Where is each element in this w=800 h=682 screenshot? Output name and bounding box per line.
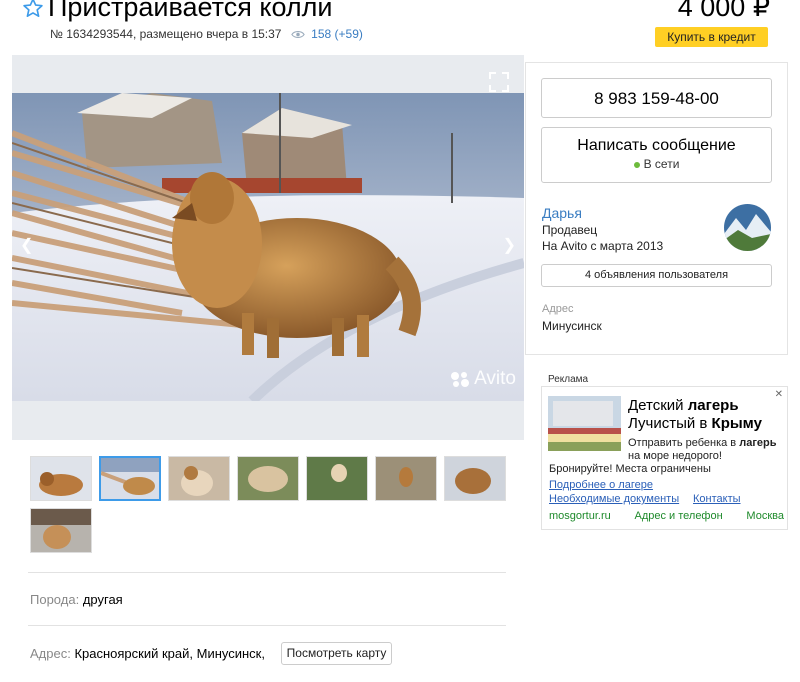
ad-title-bold1: лагерь	[687, 397, 739, 414]
next-photo-arrow[interactable]: ❯	[503, 235, 516, 255]
user-ads-button[interactable]: 4 объявления пользователя	[541, 264, 772, 287]
buy-on-credit-button[interactable]: Купить в кредит	[655, 27, 768, 47]
seller-name-link[interactable]: Дарья	[542, 205, 582, 221]
ad-link-docs[interactable]: Необходимые документы	[549, 493, 679, 505]
write-message-label: Написать сообщение	[577, 137, 736, 154]
thumbnail-3[interactable]	[168, 456, 230, 501]
write-message-button[interactable]: Написать сообщение В сети	[541, 127, 772, 183]
ad-text-line2: Бронируйте! Места ограничены	[549, 463, 711, 475]
thumbnail-8[interactable]	[30, 508, 92, 553]
photo-gallery[interactable]: ❮ ❯ Avito	[12, 55, 524, 440]
views-count[interactable]: 158 (+59)	[311, 27, 363, 41]
ad-image[interactable]	[548, 396, 621, 451]
price: 4 000 ₽	[677, 0, 770, 22]
breed-label: Порода:	[30, 592, 80, 607]
ad-block[interactable]: ✕ Детский лагерь Лучистый в Крыму Отправ…	[541, 386, 788, 530]
avito-watermark: Avito	[449, 368, 516, 390]
online-dot-icon	[633, 161, 640, 168]
view-map-button[interactable]: Посмотреть карту	[281, 642, 392, 665]
thumbnail-4[interactable]	[237, 456, 299, 501]
ad-title-part1: Детский	[628, 397, 688, 414]
seller-address-label: Адрес	[542, 303, 574, 315]
phone-button[interactable]: 8 983 159-48-00	[541, 78, 772, 118]
listing-number-date: № 1634293544, размещено вчера в 15:37	[50, 27, 282, 41]
ad-text-bold: лагерь	[739, 437, 777, 449]
ad-title-bold2: Крыму	[711, 415, 762, 432]
seller-panel: 8 983 159-48-00 Написать сообщение В сет…	[525, 62, 788, 355]
ad-text-part1: Отправить ребенка в	[628, 437, 740, 449]
listing-meta: № 1634293544, размещено вчера в 15:37 15…	[50, 27, 363, 41]
address-value: Красноярский край, Минусинск,	[74, 646, 265, 661]
ad-label: Реклама	[548, 374, 589, 385]
eye-icon	[291, 31, 305, 39]
divider	[28, 625, 506, 626]
favorite-star-icon[interactable]	[22, 0, 44, 19]
seller-avatar[interactable]	[724, 204, 771, 251]
ad-footer-site[interactable]: mosgortur.ru	[549, 510, 611, 522]
seller-since: На Avito с марта 2013	[542, 239, 664, 253]
main-photo	[12, 93, 524, 401]
thumbnail-6[interactable]	[375, 456, 437, 501]
param-breed: Порода: другая	[30, 592, 123, 607]
seller-role: Продавец	[542, 223, 598, 237]
ad-footer-city: Москва	[746, 510, 784, 522]
title-row: Пристраивается колли	[22, 0, 332, 23]
ad-title-part2: Лучистый в	[628, 415, 712, 432]
thumbnail-7[interactable]	[444, 456, 506, 501]
ad-text-part2: на море недорого!	[628, 450, 722, 462]
ad-footer: mosgortur.ru Адрес и телефон Москва	[549, 510, 784, 522]
thumbnail-1[interactable]	[30, 456, 92, 501]
watermark-text: Avito	[474, 368, 516, 389]
thumbnail-2[interactable]	[99, 456, 161, 501]
online-status-text: В сети	[643, 157, 680, 171]
ad-title[interactable]: Детский лагерь Лучистый в Крыму	[628, 397, 788, 433]
ad-footer-address[interactable]: Адрес и телефон	[634, 510, 722, 522]
ad-link-more[interactable]: Подробнее о лагере	[549, 479, 653, 491]
prev-photo-arrow[interactable]: ❮	[20, 235, 33, 255]
thumbnail-5[interactable]	[306, 456, 368, 501]
avito-logo-icon	[451, 372, 470, 387]
param-address: Адрес: Красноярский край, Минусинск,	[30, 646, 265, 661]
online-status: В сети	[542, 157, 771, 171]
fullscreen-icon[interactable]	[488, 71, 510, 93]
address-label: Адрес:	[30, 646, 71, 661]
page-title: Пристраивается колли	[48, 0, 333, 22]
breed-value: другая	[82, 592, 123, 607]
ad-link-contacts[interactable]: Контакты	[693, 493, 741, 505]
ad-text: Отправить ребенка в лагерь на море недор…	[628, 437, 788, 463]
divider	[28, 572, 506, 573]
seller-address-value: Минусинск	[542, 319, 602, 333]
